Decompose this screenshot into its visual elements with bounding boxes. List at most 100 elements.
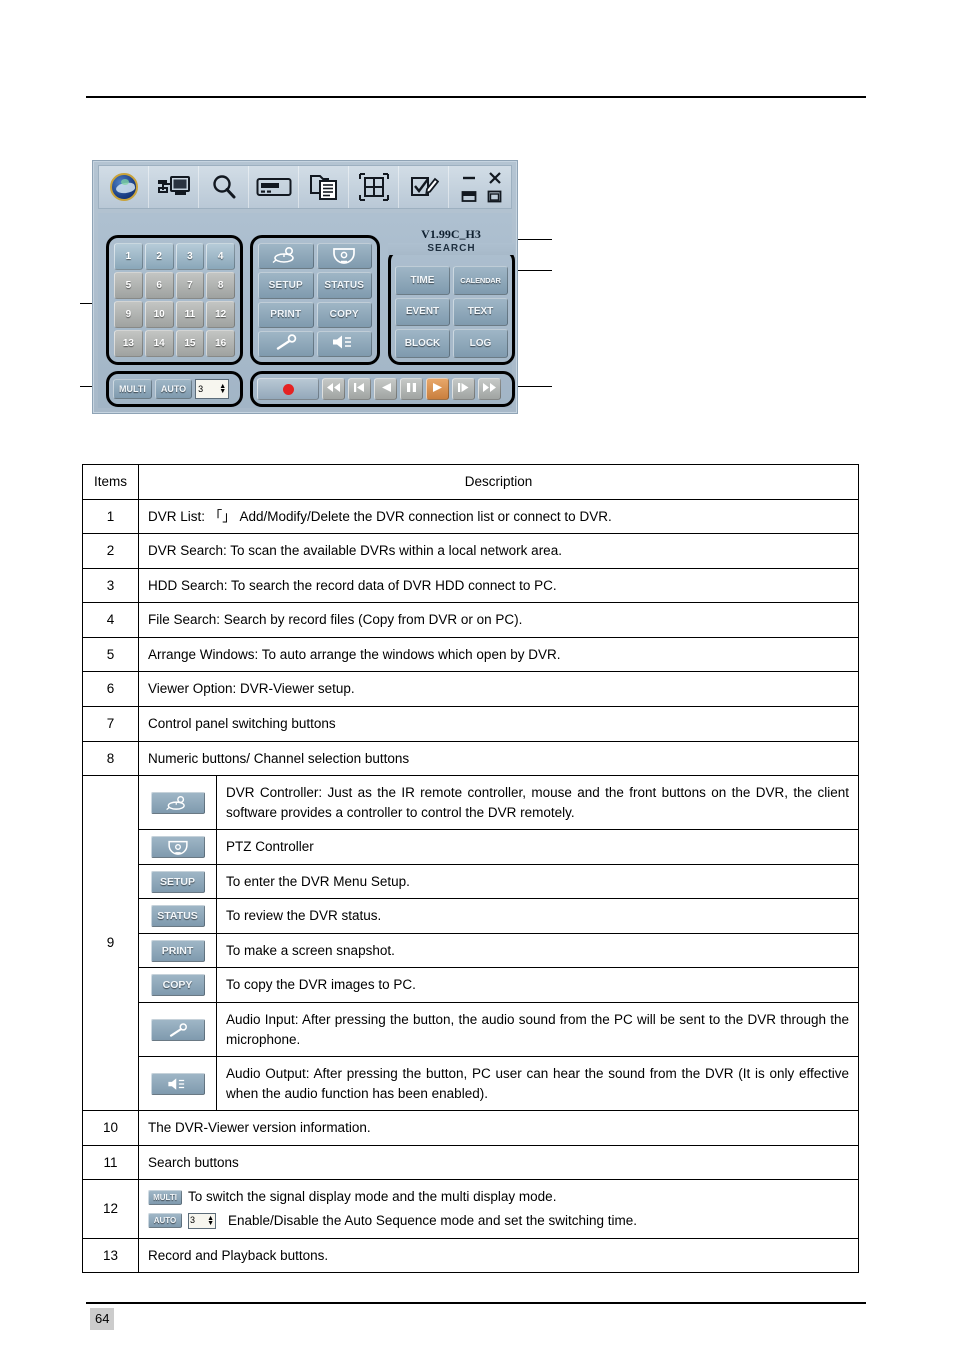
numeric-button[interactable]: 3 <box>175 243 205 270</box>
row-item-number: 5 <box>82 636 139 673</box>
row-item-number: 7 <box>82 705 139 742</box>
table-row: 7 Control panel switching buttons <box>82 705 859 742</box>
table-row: COPY To copy the DVR images to PC. <box>83 967 859 1003</box>
print-button[interactable]: PRINT <box>258 301 314 328</box>
copy-button[interactable]: COPY <box>316 301 372 328</box>
row-description: To enter the DVR Menu Setup. <box>216 863 859 900</box>
restore-down-icon[interactable] <box>459 188 479 204</box>
multi-button[interactable]: MULTI <box>113 379 152 399</box>
numeric-button[interactable]: 2 <box>144 243 174 270</box>
row-description: Audio Output: After pressing the button,… <box>216 1056 859 1112</box>
auto-chip: AUTO <box>148 1213 182 1229</box>
arrange-windows-icon[interactable] <box>349 166 399 208</box>
table-row: 3 HDD Search: To search the record data … <box>82 567 859 604</box>
dvr-controller-icon <box>272 246 300 266</box>
row-item-number: 8 <box>82 740 139 777</box>
numeric-button[interactable]: 5 <box>114 272 143 299</box>
close-icon[interactable] <box>485 170 505 186</box>
row-description: Numeric buttons/ Channel selection butto… <box>138 740 859 777</box>
numeric-button[interactable]: 6 <box>144 272 174 299</box>
search-calendar-button[interactable]: CALENDAR <box>453 266 508 295</box>
row-icon-cell: STATUS <box>138 898 217 934</box>
auto-interval-stepper[interactable]: 3 ▲ ▼ <box>195 379 230 399</box>
table-row: 4 File Search: Search by record files (C… <box>82 602 859 638</box>
header-description: Description <box>138 464 859 500</box>
numeric-button[interactable]: 1 <box>114 243 143 270</box>
step-forward-button[interactable] <box>452 378 475 400</box>
numeric-button[interactable]: 8 <box>206 272 235 299</box>
row-description: Search buttons <box>138 1144 859 1181</box>
row-icon-cell <box>138 775 217 831</box>
pause-button[interactable] <box>400 378 423 400</box>
numeric-button[interactable]: 13 <box>114 330 143 357</box>
hdd-search-device-icon[interactable] <box>249 166 299 208</box>
numeric-button[interactable]: 7 <box>175 272 205 299</box>
dvr-controller-button[interactable] <box>258 243 314 270</box>
table-row: STATUS To review the DVR status. <box>83 898 859 934</box>
row-item-number: 1 <box>82 498 139 535</box>
search-group-label: SEARCH <box>388 243 515 255</box>
play-button[interactable] <box>426 378 449 400</box>
table-row: 6 Viewer Option: DVR-Viewer setup. <box>82 671 859 707</box>
row-description: DVR Search: To scan the available DVRs w… <box>138 533 859 569</box>
maximize-icon[interactable] <box>485 188 505 204</box>
numeric-button[interactable]: 15 <box>175 330 205 357</box>
numeric-button[interactable]: 11 <box>175 301 205 328</box>
record-button[interactable] <box>257 378 319 400</box>
row-item-number: 3 <box>82 567 139 604</box>
audio-output-button[interactable] <box>316 330 372 357</box>
spinner-arrows-icon[interactable]: ▲ ▼ <box>219 383 226 395</box>
numeric-button[interactable]: 12 <box>206 301 235 328</box>
play-reverse-button[interactable] <box>374 378 397 400</box>
table-header-row: Items Description <box>82 464 859 500</box>
numeric-button[interactable]: 10 <box>144 301 174 328</box>
row-icon-cell <box>138 1001 217 1058</box>
microphone-icon <box>274 334 298 353</box>
setup-button[interactable]: SETUP <box>258 272 314 299</box>
search-block-button[interactable]: BLOCK <box>395 329 450 358</box>
rewind-icon <box>326 380 341 398</box>
table-row: 1 DVR List: 「」 Add/Modify/Delete the DVR… <box>82 498 859 535</box>
row-description: MULTI To switch the signal display mode … <box>138 1179 859 1239</box>
setup-chip: SETUP <box>150 870 205 893</box>
search-event-button[interactable]: EVENT <box>395 297 450 327</box>
auto-button[interactable]: AUTO <box>154 379 193 399</box>
table-row: PTZ Controller <box>83 829 859 865</box>
window-controls <box>453 166 511 208</box>
table-row: 8 Numeric buttons/ Channel selection but… <box>82 740 859 777</box>
search-log-button[interactable]: LOG <box>453 329 508 358</box>
auto-interval-value: 3 <box>198 384 204 394</box>
numeric-button[interactable]: 14 <box>144 330 174 357</box>
file-search-copy-icon[interactable] <box>299 166 349 208</box>
step-back-button[interactable] <box>348 378 371 400</box>
control-pad: SETUP STATUS PRINT COPY <box>254 239 376 361</box>
row-item-number: 4 <box>82 602 139 638</box>
status-button[interactable]: STATUS <box>316 272 372 299</box>
dvr-list-network-icon[interactable] <box>149 166 199 208</box>
minimize-icon[interactable] <box>459 170 479 186</box>
fast-forward-button[interactable] <box>478 378 501 400</box>
search-time-button[interactable]: TIME <box>395 266 450 295</box>
status-chip: STATUS <box>150 905 205 928</box>
table-row: 9 DVR Controller: Just as the IR remote … <box>82 775 859 1112</box>
pause-icon <box>406 380 417 398</box>
numeric-button[interactable]: 16 <box>206 330 235 357</box>
table-row: SETUP To enter the DVR Menu Setup. <box>83 863 859 900</box>
row-item-number: 11 <box>82 1144 139 1181</box>
viewer-option-checkbox-icon[interactable] <box>399 166 449 208</box>
dvr-search-magnifier-icon[interactable] <box>199 166 249 208</box>
row-description: PTZ Controller <box>216 829 859 865</box>
table-row: PRINT To make a screen snapshot. <box>83 932 859 969</box>
numeric-button[interactable]: 4 <box>206 243 235 270</box>
items-description-table: Items Description 1 DVR List: 「」 Add/Mod… <box>82 464 859 1274</box>
step-back-icon <box>353 380 367 398</box>
auto-interval-value: 3 <box>190 1215 196 1226</box>
row-icon-cell <box>138 1056 217 1112</box>
microphone-icon <box>150 1018 205 1041</box>
rewind-button[interactable] <box>322 378 345 400</box>
audio-input-button[interactable] <box>258 330 314 357</box>
search-text-button[interactable]: TEXT <box>453 297 508 327</box>
numeric-button[interactable]: 9 <box>114 301 143 328</box>
ptz-controller-button[interactable] <box>316 243 372 270</box>
row-description: DVR Controller: Just as the IR remote co… <box>216 775 859 831</box>
